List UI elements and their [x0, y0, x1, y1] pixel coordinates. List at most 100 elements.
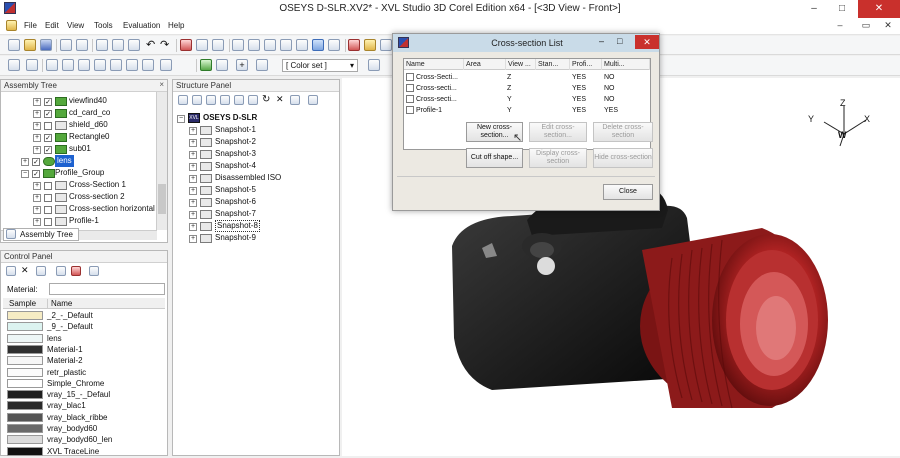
- minimize-button[interactable]: –: [800, 0, 828, 18]
- snapshot-item[interactable]: Snapshot-1: [215, 124, 256, 136]
- material-field[interactable]: [49, 283, 165, 295]
- cross-section-cell-name[interactable]: Profile-1: [416, 105, 442, 116]
- structure-root[interactable]: OSEYS D-SLR: [203, 112, 257, 124]
- snapshot-new-icon[interactable]: [178, 95, 188, 105]
- print-icon[interactable]: [60, 39, 72, 51]
- col-view[interactable]: View ...: [506, 59, 536, 70]
- cross-section-cell-name[interactable]: Cross-secti...: [416, 94, 457, 105]
- copy-icon[interactable]: [112, 39, 124, 51]
- paste-icon[interactable]: [128, 39, 140, 51]
- tree-item-cd-card[interactable]: cd_card_co: [69, 107, 110, 119]
- expand-toggle[interactable]: +: [189, 235, 197, 243]
- maximize-button[interactable]: □: [828, 0, 856, 18]
- view-left-icon[interactable]: [78, 59, 90, 71]
- control-icon-3[interactable]: [36, 266, 46, 276]
- menu-tools[interactable]: Tools: [94, 21, 113, 30]
- tree-item-sub01[interactable]: sub01: [69, 143, 91, 155]
- material-name[interactable]: vray_bodyd60_len: [47, 435, 112, 445]
- rotate-icon[interactable]: [248, 39, 260, 51]
- close-icon[interactable]: ✕: [21, 266, 31, 276]
- tree-scrollbar[interactable]: [156, 92, 167, 230]
- refresh-icon[interactable]: ↻: [262, 95, 272, 105]
- column-sample[interactable]: Sample: [9, 299, 36, 308]
- cross-section-checkbox[interactable]: [406, 73, 414, 81]
- zoom-icon[interactable]: [264, 39, 276, 51]
- preview-icon[interactable]: [76, 39, 88, 51]
- tree-item-shield[interactable]: shield_d60: [69, 119, 108, 131]
- expand-toggle[interactable]: +: [189, 163, 197, 171]
- tree-item-viewfind40[interactable]: viewfind40: [69, 95, 107, 107]
- expand-toggle[interactable]: +: [189, 187, 197, 195]
- tab-assembly-tree[interactable]: Assembly Tree: [3, 228, 79, 241]
- menu-edit[interactable]: Edit: [45, 21, 59, 30]
- mdi-close-button[interactable]: ✕: [874, 18, 900, 33]
- snapshot-item[interactable]: Snapshot-6: [215, 196, 256, 208]
- col-profile[interactable]: Profi...: [570, 59, 602, 70]
- cross-section-cell-name[interactable]: Cross-secti...: [416, 83, 457, 94]
- snapshot-folder-icon[interactable]: [192, 95, 202, 105]
- expand-toggle[interactable]: +: [189, 139, 197, 147]
- view-front-icon[interactable]: [46, 59, 58, 71]
- delete-snapshot-icon[interactable]: ✕: [276, 95, 286, 105]
- expand-toggle[interactable]: +: [189, 127, 197, 135]
- dialog-maximize-button[interactable]: □: [617, 36, 622, 46]
- col-name[interactable]: Name: [404, 59, 464, 70]
- col-standard[interactable]: Stan...: [536, 59, 570, 70]
- perspective-icon[interactable]: [160, 59, 172, 71]
- dialog-close-button[interactable]: ✕: [635, 35, 659, 49]
- control-icon-4[interactable]: [56, 266, 66, 276]
- cross-section-checkbox[interactable]: [406, 84, 414, 92]
- delete-icon[interactable]: [180, 39, 192, 51]
- color-set-combo[interactable]: [ Color set ] ▾: [282, 59, 358, 72]
- cross-section-checkbox[interactable]: [406, 95, 414, 103]
- mdi-minimize-button[interactable]: –: [826, 18, 854, 33]
- snapshot-item[interactable]: Snapshot-5: [215, 184, 256, 196]
- snapshot-up-icon[interactable]: [248, 95, 258, 105]
- tree-item-profile-1[interactable]: Profile-1: [69, 215, 99, 227]
- zoom-fit-icon[interactable]: [296, 39, 308, 51]
- redo-icon[interactable]: ↷: [160, 39, 172, 51]
- menu-view[interactable]: View: [67, 21, 84, 30]
- dialog-close-action-button[interactable]: Close: [603, 184, 653, 200]
- material-name[interactable]: retr_plastic: [47, 368, 86, 378]
- dialog-minimize-button[interactable]: –: [599, 36, 604, 46]
- snapshot-grid-icon[interactable]: [308, 95, 318, 105]
- pan-icon[interactable]: [232, 39, 244, 51]
- material-name[interactable]: vray_bodyd60: [47, 424, 97, 434]
- snapshot-item[interactable]: Snapshot-4: [215, 160, 256, 172]
- snapshot-item[interactable]: Snapshot-2: [215, 136, 256, 148]
- view-iso-icon[interactable]: [142, 59, 154, 71]
- material-name[interactable]: vray_15_-_Defaul: [47, 390, 110, 400]
- tree-expand-icon[interactable]: [8, 59, 20, 71]
- col-area[interactable]: Area: [464, 59, 506, 70]
- expand-toggle[interactable]: +: [189, 151, 197, 159]
- edit-cross-section-button[interactable]: Edit cross-section...: [529, 122, 587, 142]
- add-icon[interactable]: +: [236, 59, 248, 71]
- column-name[interactable]: Name: [47, 299, 72, 308]
- material-name[interactable]: Material-1: [47, 345, 83, 355]
- view-bottom-icon[interactable]: [126, 59, 138, 71]
- snapshot-item[interactable]: Disassembled ISO: [215, 172, 281, 184]
- render-icon[interactable]: [368, 59, 380, 71]
- new-icon[interactable]: [8, 39, 20, 51]
- snapshot-copy-icon[interactable]: [206, 95, 216, 105]
- hide-cross-section-button[interactable]: Hide cross-section: [593, 148, 653, 168]
- tree-item-cross-section-horizontal[interactable]: Cross-section horizontal: [69, 203, 155, 215]
- cross-section-checkbox[interactable]: [406, 106, 414, 114]
- color-set-icon[interactable]: [256, 59, 268, 71]
- snapshot-item[interactable]: Snapshot-8: [215, 220, 260, 232]
- material-name[interactable]: vray_black_ribbe: [47, 413, 107, 423]
- display-cross-section-button[interactable]: Display cross-section: [529, 148, 587, 168]
- snapshot-item[interactable]: Snapshot-9: [215, 232, 256, 244]
- menu-evaluation[interactable]: Evaluation: [123, 21, 160, 30]
- shading-icon[interactable]: [200, 59, 212, 71]
- snapshot-props-icon[interactable]: [290, 95, 300, 105]
- save-icon[interactable]: [40, 39, 52, 51]
- pin-icon[interactable]: [348, 39, 360, 51]
- control-icon-6[interactable]: [89, 266, 99, 276]
- cut-icon[interactable]: [96, 39, 108, 51]
- control-icon-1[interactable]: [6, 266, 16, 276]
- frame-icon[interactable]: [196, 39, 208, 51]
- material-icon[interactable]: [380, 39, 392, 51]
- material-name[interactable]: _2_-_Default: [47, 311, 93, 321]
